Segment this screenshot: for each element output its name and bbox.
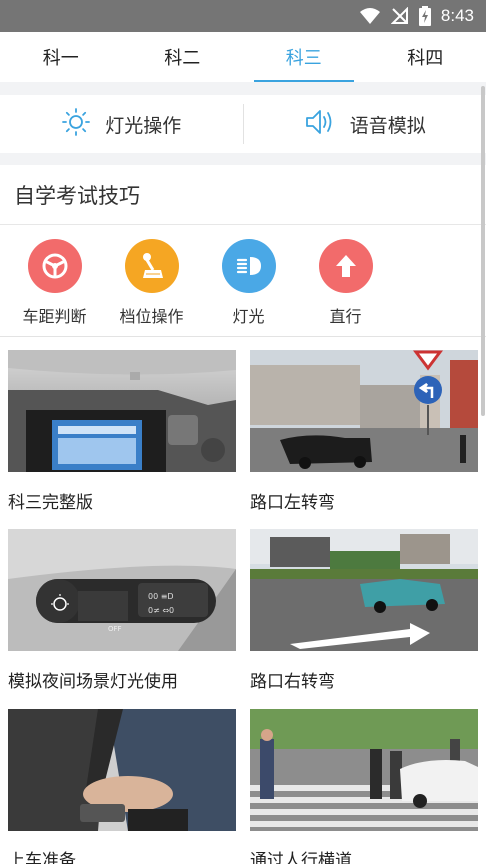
video-title: 路口右转弯	[250, 671, 335, 692]
voice-simulation-label: 语音模拟	[349, 114, 426, 137]
steering-wheel-icon	[27, 239, 82, 293]
speaker-icon	[304, 107, 336, 142]
light-operation-button[interactable]: 灯光操作	[0, 95, 243, 153]
car-dashboard-thumbnail	[8, 350, 236, 472]
arrow-up-icon	[318, 239, 373, 293]
spacer	[0, 82, 486, 95]
light-switch-stalk-thumbnail: 00 ≡D 0≠ ⇔0 OFF	[8, 529, 236, 652]
video-title: 通过人行横道	[250, 851, 352, 864]
video-card[interactable]: 通过人行横道	[250, 708, 478, 864]
scrollbar[interactable]	[481, 86, 485, 416]
clock: 8:43	[440, 6, 474, 25]
video-grid: 科三完整版 路口左转弯 00 ≡D 0≠ ⇔0 OFF 模拟夜间场景灯光使用 路…	[0, 337, 486, 864]
tip-distance[interactable]: 车距判断	[6, 225, 103, 336]
tip-lights[interactable]: 灯光	[200, 225, 297, 336]
voice-simulation-button[interactable]: 语音模拟	[244, 95, 486, 153]
intersection-left-turn-thumbnail	[250, 350, 478, 472]
spacer	[0, 153, 486, 165]
sun-icon	[61, 107, 91, 142]
video-title: 上车准备	[8, 851, 76, 864]
video-title: 路口左转弯	[250, 492, 335, 513]
tips-row: 车距判断 档位操作 灯光 直行	[0, 225, 486, 337]
video-card[interactable]: 00 ≡D 0≠ ⇔0 OFF 模拟夜间场景灯光使用	[8, 529, 236, 708]
status-bar: 8:43	[0, 0, 486, 32]
video-card[interactable]: 路口左转弯	[250, 350, 478, 529]
tab-subject-4[interactable]: 科四	[365, 32, 486, 82]
action-row: 灯光操作 语音模拟	[0, 95, 486, 153]
tip-label: 档位操作	[119, 307, 184, 326]
light-operation-label: 灯光操作	[105, 114, 182, 137]
section-title: 自学考试技巧	[0, 165, 486, 225]
crosswalk-thumbnail	[250, 708, 478, 831]
video-card[interactable]: 上车准备	[8, 708, 236, 864]
svg-text:OFF: OFF	[108, 625, 122, 633]
battery-charging-icon	[418, 6, 431, 26]
wifi-icon	[359, 7, 381, 25]
tip-label: 车距判断	[22, 307, 87, 326]
tab-subject-3[interactable]: 科三	[243, 32, 365, 82]
svg-text:0≠ ⇔0: 0≠ ⇔0	[148, 606, 174, 615]
tip-label: 直行	[329, 307, 362, 326]
svg-text:00 ≡D: 00 ≡D	[148, 592, 174, 601]
subject-tabs: 科一 科二 科三 科四	[0, 32, 486, 82]
video-title: 模拟夜间场景灯光使用	[8, 671, 178, 692]
gear-shift-icon	[124, 239, 179, 293]
tab-subject-2[interactable]: 科二	[122, 32, 244, 82]
video-title: 科三完整版	[8, 492, 93, 513]
intersection-right-turn-thumbnail	[250, 529, 478, 652]
tip-straight[interactable]: 直行	[297, 225, 394, 336]
tip-label: 灯光	[232, 307, 265, 326]
tab-subject-1[interactable]: 科一	[0, 32, 122, 82]
video-card[interactable]: 科三完整版	[8, 350, 236, 529]
headlight-icon	[221, 239, 276, 293]
tip-gear[interactable]: 档位操作	[103, 225, 200, 336]
video-card[interactable]: 路口右转弯	[250, 529, 478, 708]
seatbelt-thumbnail	[8, 708, 236, 831]
no-signal-icon	[390, 7, 409, 25]
